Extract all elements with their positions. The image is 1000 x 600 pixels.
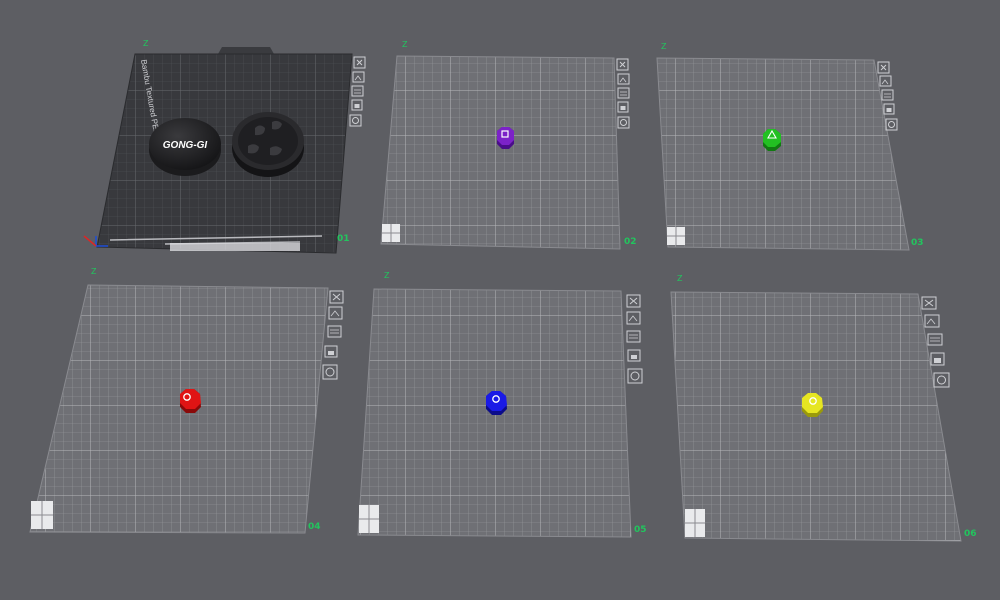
orient-icon[interactable] (927, 333, 943, 346)
plate-03[interactable]: Z 03 (656, 42, 924, 251)
settings-icon[interactable] (885, 118, 898, 131)
lock-icon[interactable] (930, 352, 945, 366)
lock-icon[interactable] (627, 349, 641, 362)
cap-holder[interactable] (232, 112, 304, 177)
close-icon[interactable] (921, 296, 937, 310)
settings-icon[interactable] (627, 368, 643, 384)
arrange-icon[interactable] (879, 75, 892, 87)
corner-marker (31, 501, 53, 529)
orient-icon[interactable] (881, 89, 894, 101)
corner-marker (382, 224, 400, 242)
plate-01[interactable]: Z Bambu Textured PEI Plate GONG-GI 01 (83, 39, 366, 254)
plate-06[interactable]: Z 06 (670, 274, 977, 542)
orient-icon[interactable] (617, 87, 630, 99)
lock-icon[interactable] (324, 345, 338, 358)
piece-triangle[interactable] (763, 129, 781, 151)
plate-surface (30, 285, 328, 533)
settings-icon[interactable] (322, 364, 338, 380)
arrange-icon[interactable] (626, 311, 641, 325)
lock-icon[interactable] (617, 101, 629, 113)
piece-circle-red[interactable] (180, 389, 201, 413)
orient-icon[interactable] (327, 325, 342, 338)
lock-icon[interactable] (883, 103, 895, 115)
z-axis-label: Z (402, 40, 408, 49)
plate-number: 02 (624, 237, 637, 247)
plate-number: 03 (911, 238, 924, 248)
arrange-icon[interactable] (617, 73, 630, 85)
close-icon[interactable] (329, 290, 344, 304)
settings-icon[interactable] (349, 114, 362, 127)
plate-toolbar (626, 294, 643, 384)
settings-icon[interactable] (933, 372, 950, 388)
plate-04[interactable]: Z 04 (29, 267, 344, 534)
close-icon[interactable] (877, 61, 890, 74)
plate-toolbar (616, 58, 630, 129)
3d-viewport[interactable]: Z Bambu Textured PEI Plate GONG-GI 01 Z … (0, 0, 1000, 600)
piece-square[interactable] (497, 127, 514, 149)
build-plates-canvas[interactable]: Z Bambu Textured PEI Plate GONG-GI 01 Z … (0, 0, 1000, 600)
z-axis-label: Z (661, 42, 667, 51)
z-axis-label: Z (143, 39, 149, 48)
plate-05[interactable]: Z 05 (357, 271, 647, 538)
plate-toolbar (349, 56, 366, 127)
cap-gong-gi[interactable]: GONG-GI (149, 118, 221, 176)
plate-number: 04 (308, 522, 321, 532)
plate-surface (657, 58, 909, 250)
z-axis-label: Z (384, 271, 390, 280)
plate-number: 01 (337, 234, 350, 244)
piece-circle-blue[interactable] (486, 391, 507, 415)
piece-circle-yellow[interactable] (802, 393, 823, 417)
arrange-icon[interactable] (924, 314, 940, 328)
z-axis-label: Z (91, 267, 97, 276)
lock-icon[interactable] (351, 99, 363, 111)
arrange-icon[interactable] (328, 306, 343, 320)
corner-marker (359, 505, 379, 533)
plate-handle (218, 47, 274, 54)
plate-02[interactable]: Z 02 (380, 40, 637, 250)
close-icon[interactable] (353, 56, 366, 69)
close-icon[interactable] (616, 58, 629, 71)
plate-number: 05 (634, 525, 647, 535)
plate-surface (381, 56, 620, 249)
orient-icon[interactable] (351, 85, 364, 97)
corner-marker (685, 509, 705, 537)
settings-icon[interactable] (617, 116, 630, 129)
z-axis-label: Z (677, 274, 683, 283)
orient-icon[interactable] (626, 330, 641, 343)
corner-marker (667, 227, 685, 245)
cap-text: GONG-GI (163, 140, 208, 151)
close-icon[interactable] (626, 294, 641, 308)
plate-number: 06 (964, 529, 977, 539)
arrange-icon[interactable] (352, 71, 365, 83)
